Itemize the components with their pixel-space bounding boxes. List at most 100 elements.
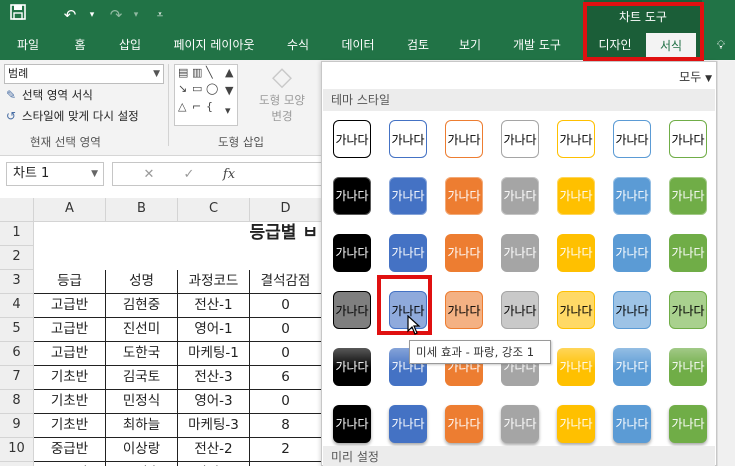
shape-style-swatch[interactable]: 가나다 bbox=[389, 405, 427, 443]
table-cell[interactable]: 영어-3 bbox=[178, 390, 250, 414]
undo-icon[interactable]: ↶ bbox=[58, 4, 82, 26]
table-cell[interactable]: 고급반 bbox=[34, 342, 106, 366]
table-cell[interactable]: 0 bbox=[250, 342, 322, 366]
row-header[interactable]: 9 bbox=[0, 414, 34, 438]
shape-style-swatch[interactable]: 가나다 bbox=[445, 120, 483, 158]
shapes-gallery[interactable]: ▤ ▥ ╲ ↘ ▭ ◯ △ ⌐ { ▲ ▼ ▾ bbox=[174, 64, 238, 126]
tab-developer[interactable]: 개발 도구 bbox=[502, 30, 572, 60]
row-header[interactable]: 3 bbox=[0, 270, 34, 294]
row-header[interactable]: 10 bbox=[0, 438, 34, 462]
table-cell[interactable]: 최하늘 bbox=[106, 414, 178, 438]
table-cell[interactable]: 중급반 bbox=[34, 438, 106, 462]
column-header-d[interactable]: D bbox=[250, 198, 322, 222]
line-shape-icon[interactable]: ╲ bbox=[206, 67, 213, 79]
shape-style-swatch[interactable]: 가나다 bbox=[389, 177, 427, 215]
table-cell[interactable]: 진선미 bbox=[106, 318, 178, 342]
shape-style-swatch[interactable]: 가나다 bbox=[613, 291, 651, 329]
shape-style-swatch[interactable]: 가나다 bbox=[389, 120, 427, 158]
column-header-a[interactable]: A bbox=[34, 198, 106, 222]
shape-style-swatch[interactable]: 가나다 bbox=[445, 234, 483, 272]
table-cell[interactable]: 중급반 bbox=[34, 462, 106, 466]
shape-style-swatch[interactable]: 가나다 bbox=[557, 348, 595, 386]
shape-style-swatch[interactable]: 가나다 bbox=[389, 234, 427, 272]
format-selection-button[interactable]: ✎ 선택 영역 서식 bbox=[6, 86, 93, 104]
row-header[interactable]: 2 bbox=[0, 246, 34, 270]
table-cell[interactable]: 전산-3 bbox=[178, 366, 250, 390]
undo-dropdown-icon[interactable]: ▾ bbox=[80, 4, 104, 26]
arrow-shape-icon[interactable]: ↘ bbox=[178, 83, 187, 95]
gallery-up-icon[interactable]: ▲ bbox=[225, 67, 233, 79]
table-cell[interactable]: 민정식 bbox=[106, 390, 178, 414]
table-cell[interactable]: 0 bbox=[250, 294, 322, 318]
triangle-shape-icon[interactable]: △ bbox=[178, 101, 186, 113]
tab-data[interactable]: 데이터 bbox=[332, 30, 384, 60]
qat-more-icon[interactable]: ⩡ bbox=[148, 4, 172, 26]
row-header[interactable]: 8 bbox=[0, 390, 34, 414]
table-cell[interactable]: 전산-2 bbox=[178, 438, 250, 462]
table-cell[interactable]: 4 bbox=[250, 462, 322, 466]
shape-style-swatch[interactable]: 가나다 bbox=[613, 348, 651, 386]
gallery-scrollbar[interactable] bbox=[717, 61, 735, 466]
table-cell[interactable]: 6 bbox=[250, 366, 322, 390]
tab-page-layout[interactable]: 페이지 레이아웃 bbox=[164, 30, 264, 60]
tell-me-icon[interactable]: 💡︎ bbox=[708, 30, 734, 60]
shape-style-swatch[interactable]: 가나다 bbox=[501, 234, 539, 272]
gallery-more-icon[interactable]: ▾ bbox=[225, 105, 231, 117]
table-cell[interactable]: 마케팅-3 bbox=[178, 414, 250, 438]
table-cell[interactable]: 고급반 bbox=[34, 318, 106, 342]
shape-style-swatch[interactable]: 가나다 bbox=[445, 291, 483, 329]
table-cell[interactable]: 구영후 bbox=[106, 462, 178, 466]
table-cell[interactable]: 전산-1 bbox=[178, 294, 250, 318]
shape-style-swatch[interactable]: 가나다 bbox=[501, 177, 539, 215]
tab-formulas[interactable]: 수식 bbox=[276, 30, 320, 60]
table-cell[interactable]: 0 bbox=[250, 318, 322, 342]
row-header[interactable]: 4 bbox=[0, 294, 34, 318]
row-header[interactable]: 5 bbox=[0, 318, 34, 342]
reset-to-match-style-button[interactable]: ↺ 스타일에 맞게 다시 설정 bbox=[6, 107, 139, 125]
shape-style-swatch[interactable]: 가나다 bbox=[669, 177, 707, 215]
shape-style-swatch[interactable]: 가나다 bbox=[669, 234, 707, 272]
name-box[interactable]: 차트 1 ▼ bbox=[6, 162, 104, 186]
table-cell[interactable]: 이상랑 bbox=[106, 438, 178, 462]
header-cell[interactable]: 성명 bbox=[106, 270, 178, 294]
table-cell[interactable]: 기초반 bbox=[34, 390, 106, 414]
column-header-b[interactable]: B bbox=[106, 198, 178, 222]
table-cell[interactable]: 김국토 bbox=[106, 366, 178, 390]
table-cell[interactable]: 영어-1 bbox=[178, 318, 250, 342]
rectangle-shape-icon[interactable]: ▭ bbox=[192, 83, 202, 95]
table-cell[interactable]: 마케팅-1 bbox=[178, 342, 250, 366]
shape-style-swatch[interactable]: 가나다 bbox=[501, 291, 539, 329]
table-cell[interactable]: 0 bbox=[250, 390, 322, 414]
gallery-down-icon[interactable]: ▼ bbox=[225, 85, 233, 97]
header-cell[interactable]: 결석감점 bbox=[250, 270, 322, 294]
shape-style-swatch[interactable]: 가나다 bbox=[613, 120, 651, 158]
header-cell[interactable]: 과정코드 bbox=[178, 270, 250, 294]
row-header[interactable]: 6 bbox=[0, 342, 34, 366]
tab-view[interactable]: 보기 bbox=[448, 30, 492, 60]
shape-style-swatch[interactable]: 가나다 bbox=[557, 177, 595, 215]
shape-style-swatch[interactable]: 가나다 bbox=[613, 234, 651, 272]
shape-style-swatch[interactable]: 가나다 bbox=[557, 120, 595, 158]
table-cell[interactable]: 8 bbox=[250, 414, 322, 438]
table-cell[interactable]: 고급반 bbox=[34, 294, 106, 318]
shape-style-swatch[interactable]: 가나다 bbox=[333, 120, 371, 158]
shape-style-swatch[interactable]: 가나다 bbox=[445, 405, 483, 443]
oval-shape-icon[interactable]: ◯ bbox=[206, 83, 218, 95]
shape-style-swatch[interactable]: 가나다 bbox=[669, 348, 707, 386]
row-header[interactable]: 11 bbox=[0, 462, 34, 466]
shape-style-swatch[interactable]: 가나다 bbox=[669, 291, 707, 329]
shape-style-swatch[interactable]: 가나다 bbox=[669, 120, 707, 158]
header-cell[interactable]: 등급 bbox=[34, 270, 106, 294]
textbox-shape-icon[interactable]: ▤ bbox=[178, 67, 188, 79]
gallery-filter-all[interactable]: 모두 ▼ bbox=[679, 68, 712, 85]
tab-file[interactable]: 파일 bbox=[8, 30, 48, 60]
brace-shape-icon[interactable]: { bbox=[206, 101, 213, 113]
table-cell[interactable]: 2 bbox=[250, 438, 322, 462]
tab-insert[interactable]: 삽입 bbox=[108, 30, 152, 60]
chart-element-selector[interactable]: 범례 ▼ bbox=[4, 64, 164, 84]
shape-style-swatch[interactable]: 가나다 bbox=[445, 177, 483, 215]
shape-style-swatch[interactable]: 가나다 bbox=[557, 291, 595, 329]
table-cell[interactable]: 기초반 bbox=[34, 414, 106, 438]
shape-style-swatch[interactable]: 가나다 bbox=[613, 177, 651, 215]
shape-style-swatch[interactable]: 가나다 bbox=[333, 291, 371, 329]
